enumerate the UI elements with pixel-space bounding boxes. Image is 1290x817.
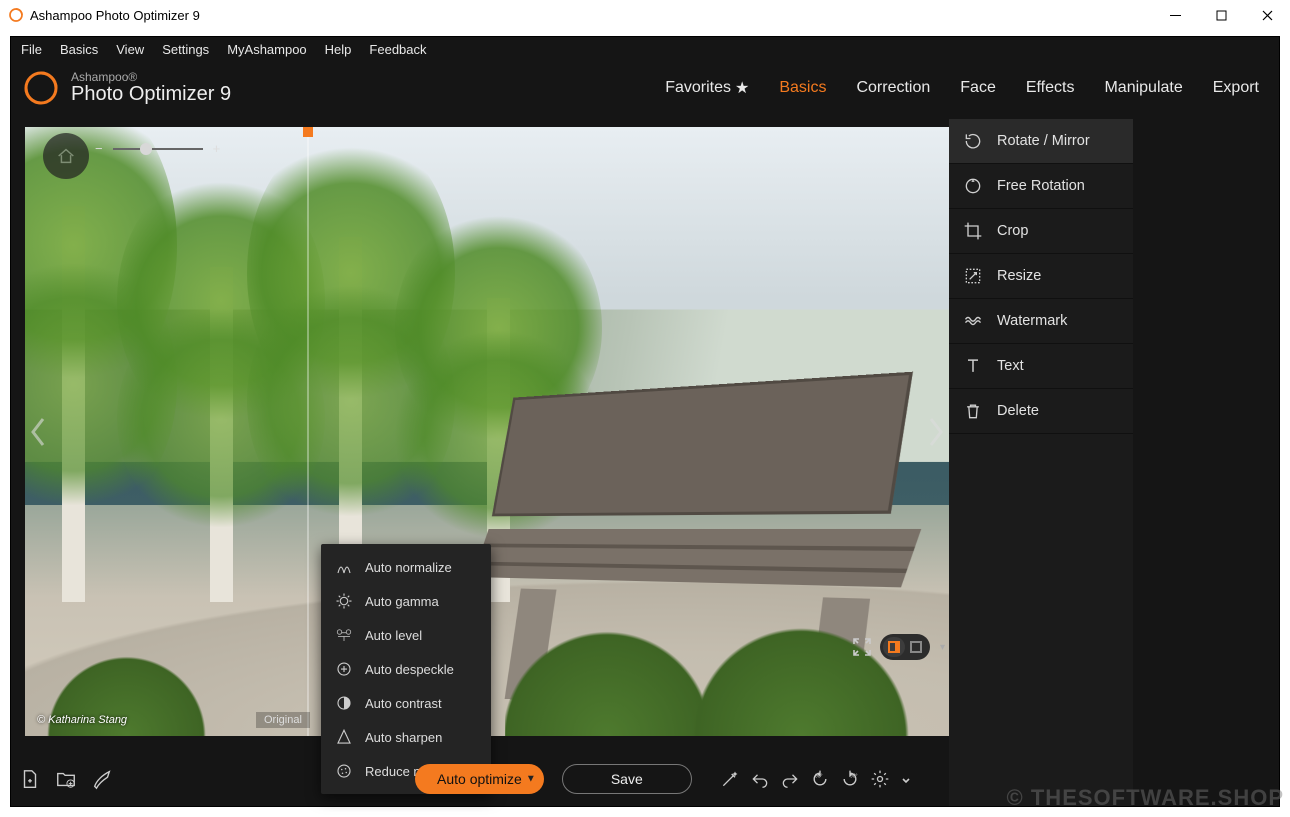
tab-manipulate[interactable]: Manipulate — [1104, 78, 1182, 98]
sidebar-item-label: Free Rotation — [997, 178, 1085, 194]
text-icon — [963, 356, 983, 376]
level-icon — [335, 626, 353, 644]
sidebar-item-free-rotation[interactable]: Free Rotation — [949, 164, 1133, 209]
sidebar-item-delete[interactable]: Delete — [949, 389, 1133, 434]
canvas-area: Original © Katharina Stang − + — [11, 119, 949, 806]
original-label: Original — [256, 712, 310, 728]
brand-logo-icon — [21, 68, 61, 108]
auto-gamma-item[interactable]: Auto gamma — [321, 584, 491, 618]
delete-icon — [963, 401, 983, 421]
brand: Ashampoo® Photo Optimizer 9 — [21, 68, 231, 108]
add-folder-icon[interactable] — [55, 768, 77, 790]
auto-despeckle-item[interactable]: Auto despeckle — [321, 652, 491, 686]
sidebar-item-text[interactable]: Text — [949, 344, 1133, 389]
brand-line2: Photo Optimizer 9 — [71, 84, 231, 105]
bottom-toolbar: Auto optimize ▼ Save 90° 90° — [11, 752, 949, 806]
tab-correction[interactable]: Correction — [856, 78, 930, 98]
resize-icon — [963, 266, 983, 286]
auto-contrast-item[interactable]: Auto contrast — [321, 686, 491, 720]
tab-favorites[interactable]: Favorites ★ — [665, 78, 749, 98]
normalize-icon — [335, 558, 353, 576]
add-file-icon[interactable] — [19, 768, 41, 790]
prev-photo-button[interactable] — [27, 410, 49, 454]
app-icon — [8, 7, 24, 23]
fit-screen-icon[interactable] — [850, 635, 874, 659]
svg-text:90°: 90° — [815, 773, 823, 779]
redo-icon[interactable] — [780, 769, 800, 789]
free-rotate-icon — [963, 176, 983, 196]
menu-view[interactable]: View — [116, 42, 144, 57]
menu-basics[interactable]: Basics — [60, 42, 98, 57]
sidebar-item-label: Rotate / Mirror — [997, 133, 1090, 149]
auto-sharpen-item[interactable]: Auto sharpen — [321, 720, 491, 754]
window-titlebar: Ashampoo Photo Optimizer 9 — [0, 0, 1290, 30]
menubar: File Basics View Settings MyAshampoo Hel… — [11, 37, 1279, 61]
minimize-button[interactable] — [1152, 0, 1198, 30]
despeckle-icon — [335, 660, 353, 678]
tab-face[interactable]: Face — [960, 78, 996, 98]
sidebar-item-label: Watermark — [997, 313, 1067, 329]
window-title: Ashampoo Photo Optimizer 9 — [30, 8, 200, 23]
home-icon — [55, 145, 77, 167]
compare-splitter[interactable] — [307, 127, 309, 736]
home-round-button[interactable] — [43, 133, 89, 179]
chevron-down-icon[interactable]: ▼ — [526, 774, 536, 785]
category-tabs: Favorites ★ Basics Correction Face Effec… — [665, 78, 1259, 98]
auto-optimize-button[interactable]: Auto optimize ▼ — [415, 764, 544, 794]
menu-settings[interactable]: Settings — [162, 42, 209, 57]
rotate-icon — [963, 131, 983, 151]
single-view-button[interactable] — [905, 637, 927, 657]
sidebar-item-watermark[interactable]: Watermark — [949, 299, 1133, 344]
contrast-icon — [335, 694, 353, 712]
basics-tool-list: Rotate / Mirror Free Rotation Crop Resiz… — [949, 119, 1133, 806]
sidebar-item-resize[interactable]: Resize — [949, 254, 1133, 299]
menu-feedback[interactable]: Feedback — [369, 42, 426, 57]
magic-wand-icon[interactable] — [720, 769, 740, 789]
menu-help[interactable]: Help — [325, 42, 352, 57]
brand-line1: Ashampoo® — [71, 71, 231, 84]
app-frame: File Basics View Settings MyAshampoo Hel… — [10, 36, 1280, 807]
watermark-icon — [963, 311, 983, 331]
zoom-in-icon[interactable]: + — [213, 141, 221, 156]
rotate-right-90-icon[interactable]: 90° — [840, 769, 860, 789]
undo-icon[interactable] — [750, 769, 770, 789]
sidebar-item-label: Crop — [997, 223, 1028, 239]
sidebar-item-label: Text — [997, 358, 1024, 374]
crop-icon — [963, 221, 983, 241]
menu-file[interactable]: File — [21, 42, 42, 57]
next-photo-button[interactable] — [925, 410, 947, 454]
sidebar-item-crop[interactable]: Crop — [949, 209, 1133, 254]
gear-icon[interactable] — [870, 769, 890, 789]
star-icon: ★ — [735, 78, 749, 98]
svg-text:90°: 90° — [850, 773, 858, 779]
auto-normalize-item[interactable]: Auto normalize — [321, 550, 491, 584]
save-button[interactable]: Save — [562, 764, 692, 794]
more-chevron-icon[interactable] — [900, 769, 912, 789]
close-button[interactable] — [1244, 0, 1290, 30]
rotate-left-90-icon[interactable]: 90° — [810, 769, 830, 789]
tab-effects[interactable]: Effects — [1026, 78, 1075, 98]
sidebar-item-rotate-mirror[interactable]: Rotate / Mirror — [949, 119, 1133, 164]
menu-myashampoo[interactable]: MyAshampoo — [227, 42, 306, 57]
tab-basics[interactable]: Basics — [779, 78, 826, 98]
zoom-out-icon[interactable]: − — [95, 141, 103, 156]
tab-export[interactable]: Export — [1213, 78, 1259, 98]
gamma-icon — [335, 592, 353, 610]
brush-icon[interactable] — [91, 768, 113, 790]
maximize-button[interactable] — [1198, 0, 1244, 30]
view-more-icon[interactable]: ▾ — [936, 642, 949, 653]
zoom-slider[interactable] — [113, 148, 203, 150]
compare-view-button[interactable] — [883, 637, 905, 657]
sidebar-item-label: Delete — [997, 403, 1039, 419]
auto-level-item[interactable]: Auto level — [321, 618, 491, 652]
sidebar-item-label: Resize — [997, 268, 1041, 284]
photo-credit: © Katharina Stang — [37, 714, 127, 726]
side-panel: Rotate / Mirror Free Rotation Crop Resiz… — [949, 119, 1279, 806]
view-toggle: ▾ — [850, 634, 949, 660]
sharpen-icon — [335, 728, 353, 746]
zoom-control[interactable]: − + — [95, 141, 220, 156]
